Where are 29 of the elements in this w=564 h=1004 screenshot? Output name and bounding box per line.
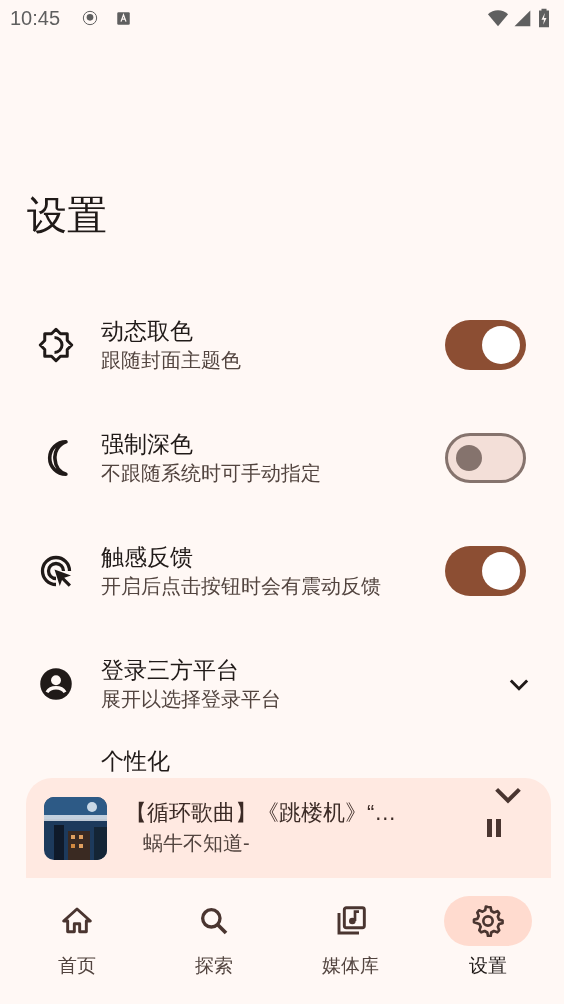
page-title: 设置 bbox=[27, 193, 107, 237]
letter-a-icon bbox=[116, 10, 132, 26]
clock: 10:45 bbox=[10, 6, 61, 31]
brightness-icon bbox=[38, 326, 74, 363]
app-notification-icon bbox=[82, 10, 99, 26]
setting-subtitle: 跟随封面主题色 bbox=[101, 347, 242, 373]
nav-tab[interactable]: 首页 bbox=[8, 896, 145, 1004]
setting-title: 个性化 bbox=[101, 748, 170, 774]
account-icon bbox=[38, 665, 74, 702]
toggle-switch[interactable] bbox=[445, 319, 526, 370]
artist-name: 蜗牛不知道- bbox=[143, 831, 251, 856]
setting-subtitle: 开启后点击按钮时会有震动反馈 bbox=[101, 573, 382, 599]
mini-player[interactable]: 【循环歌曲】《跳楼机》“… 蜗牛不知道- bbox=[26, 778, 551, 878]
toggle-switch[interactable] bbox=[445, 432, 526, 483]
nav-tab[interactable]: 媒体库 bbox=[282, 896, 419, 1004]
nav-tab[interactable]: 设置 bbox=[419, 896, 556, 1004]
wifi-icon bbox=[486, 7, 510, 29]
nav-tab[interactable]: 探索 bbox=[145, 896, 282, 1004]
setting-subtitle: 展开以选择登录平台 bbox=[101, 686, 282, 712]
chevron-down-icon[interactable] bbox=[495, 786, 521, 804]
setting-title: 登录三方平台 bbox=[101, 655, 240, 685]
song-title: 【循环歌曲】《跳楼机》“… bbox=[125, 799, 398, 827]
setting-title: 动态取色 bbox=[101, 316, 194, 346]
toggle-switch[interactable] bbox=[445, 545, 526, 596]
setting-subtitle: 不跟随系统时可手动指定 bbox=[101, 460, 322, 486]
signal-icon bbox=[512, 8, 532, 28]
setting-title: 强制深色 bbox=[101, 429, 194, 459]
settings-icon bbox=[471, 905, 504, 937]
setting-title: 触感反馈 bbox=[101, 542, 194, 572]
